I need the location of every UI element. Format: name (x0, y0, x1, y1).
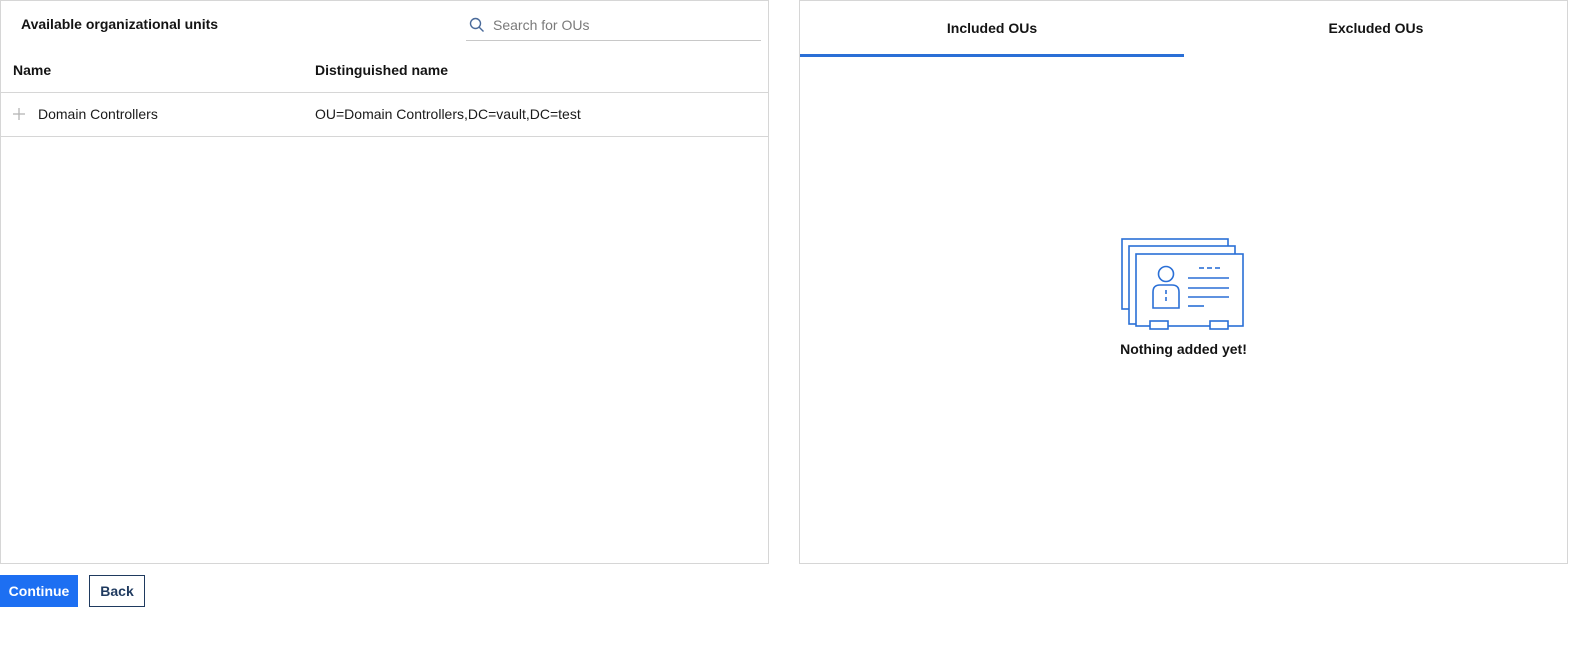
id-cards-icon (1120, 238, 1244, 330)
tab-label: Excluded OUs (1328, 20, 1424, 36)
tab-included-ous[interactable]: Included OUs (800, 1, 1184, 57)
continue-button[interactable]: Continue (0, 575, 78, 607)
tab-excluded-ous[interactable]: Excluded OUs (1184, 1, 1568, 57)
available-ous-panel: Available organizational units Name Dist… (0, 0, 769, 564)
table-header: Name Distinguished name (1, 49, 768, 93)
row-name: Domain Controllers (38, 106, 158, 122)
table-row[interactable]: Domain Controllers OU=Domain Controllers… (1, 93, 768, 137)
empty-state-message: Nothing added yet! (1120, 341, 1247, 357)
search-icon (469, 17, 484, 32)
plus-icon[interactable] (12, 107, 26, 121)
tab-label: Included OUs (946, 20, 1038, 36)
ou-tabs: Included OUs Excluded OUs (800, 1, 1567, 57)
row-distinguished-name: OU=Domain Controllers,DC=vault,DC=test (315, 106, 581, 122)
column-header-name[interactable]: Name (13, 62, 51, 78)
column-header-distinguished-name[interactable]: Distinguished name (315, 62, 448, 78)
panel-title: Available organizational units (21, 16, 219, 32)
search-input[interactable] (493, 13, 753, 37)
empty-state: Nothing added yet! (800, 237, 1567, 357)
back-button[interactable]: Back (89, 575, 145, 607)
selected-ous-panel: Included OUs Excluded OUs Nothing added … (799, 0, 1568, 564)
search-box[interactable] (466, 9, 761, 41)
